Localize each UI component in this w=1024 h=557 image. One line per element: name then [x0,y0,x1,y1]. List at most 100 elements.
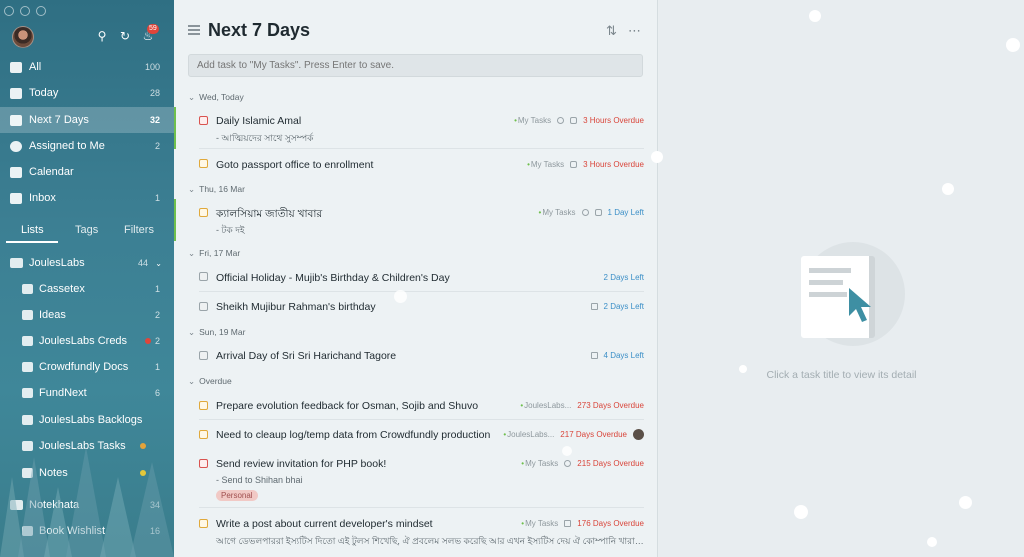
task-list-name: My Tasks [521,459,558,468]
list-label: JoulesLabs Creds [39,335,128,347]
sort-icon[interactable]: ⇅ [606,23,617,39]
tab-filters[interactable]: Filters [124,224,154,236]
list-count: 34 [149,500,160,510]
section-header[interactable]: ⌄ Fri, 17 Mar [188,248,240,259]
task-due: 2 Days Left [603,302,644,311]
window-controls [4,6,46,16]
task-title[interactable]: Arrival Day of Sri Sri Harichand Tagore [216,350,396,362]
sidebar-item-label: Calendar [29,166,74,178]
sidebar-item-all[interactable]: All 100 [0,54,174,80]
task-checkbox[interactable] [199,430,208,439]
repeat-icon [581,209,589,216]
task-checkbox[interactable] [199,519,208,528]
list-icon [22,526,33,536]
avatar[interactable] [12,26,34,48]
sidebar-item-inbox[interactable]: Inbox 1 [0,185,174,211]
color-dot [145,338,151,344]
task-checkbox[interactable] [199,116,208,125]
sidebar: ⚲ ↻ ♨ 59 All 100 Today 28 Next 7 Days 32… [0,0,174,557]
list-count: 44 [137,258,148,268]
list-item-ideas[interactable]: Ideas 2 [0,302,174,328]
close-window-button[interactable] [4,6,14,16]
add-task-input[interactable] [188,54,643,77]
list-folder-notekhata[interactable]: Notekhata 34 [0,492,174,518]
task-row[interactable]: Official Holiday - Mujib's Birthday & Ch… [174,263,657,292]
tag-badge[interactable]: Personal [216,490,258,501]
task-meta: My Tasks 176 Days Overdue [521,519,644,528]
alarm-icon [594,209,602,216]
list-item-jouleslabs-tasks[interactable]: JoulesLabs Tasks [0,433,174,459]
section-header[interactable]: ⌄ Wed, Today [188,92,244,103]
task-title[interactable]: Goto passport office to enrollment [216,159,373,171]
section-header[interactable]: ⌄ Thu, 16 Mar [188,184,245,195]
list-item-jouleslabs-backlogs[interactable]: JoulesLabs Backlogs [0,407,174,433]
task-due: 273 Days Overdue [577,401,644,410]
list-item-fundnext[interactable]: FundNext 6 [0,380,174,406]
list-folder-jouleslabs[interactable]: JoulesLabs 44 ⌄ [0,250,174,276]
sidebar-item-calendar[interactable]: Calendar [0,159,174,185]
list-item-cassetex[interactable]: Cassetex 1 [0,276,174,302]
list-label: JoulesLabs [29,257,85,269]
task-row[interactable]: Arrival Day of Sri Sri Harichand Tagore … [174,342,657,370]
task-title[interactable]: Send review invitation for PHP book! [216,458,386,470]
section-label: Overdue [199,376,232,386]
task-meta: JoulesLabs... 273 Days Overdue [520,401,644,410]
chevron-down-icon[interactable]: ⌄ [155,259,162,268]
task-subtitle: আগে ডেভলপাররা ইস্যটিস দিতো এই টুলস শিখেছ… [216,536,644,546]
task-title[interactable]: Official Holiday - Mujib's Birthday & Ch… [216,272,450,284]
more-options-icon[interactable]: ⋯ [628,23,642,39]
sync-icon[interactable]: ↻ [118,29,132,43]
menu-icon[interactable] [188,25,200,35]
list-item-notes[interactable]: Notes [0,460,174,486]
sidebar-item-assigned[interactable]: Assigned to Me 2 [0,133,174,159]
sidebar-item-today[interactable]: Today 28 [0,80,174,106]
task-meta: My Tasks 1 Day Left [539,208,644,217]
task-row[interactable]: ক্যালসিয়াম জাতীয় খাবার - টক দই My Task… [174,199,657,241]
section-header[interactable]: ⌄ Overdue [188,376,232,387]
task-row[interactable]: Write a post about current developer's m… [174,509,657,557]
task-row[interactable]: Goto passport office to enrollment My Ta… [174,150,657,178]
tab-lists[interactable]: Lists [21,224,44,236]
task-checkbox[interactable] [199,401,208,410]
task-title[interactable]: Need to cleaup log/temp data from Crowdf… [216,429,490,441]
task-due: 4 Days Left [603,351,644,360]
sidebar-item-next-7-days[interactable]: Next 7 Days 32 [0,107,174,133]
active-tab-indicator [6,241,58,243]
task-title[interactable]: Daily Islamic Amal [216,115,301,127]
list-label: JoulesLabs Backlogs [39,414,143,426]
sidebar-item-count: 28 [149,88,160,98]
task-checkbox[interactable] [199,208,208,217]
task-meta: 2 Days Left [590,302,644,311]
task-row[interactable]: Prepare evolution feedback for Osman, So… [174,391,657,420]
list-item-book-wishlist[interactable]: Book Wishlist 16 [0,518,174,544]
list-item-jouleslabs-creds[interactable]: JoulesLabs Creds 2 [0,328,174,354]
task-checkbox[interactable] [199,459,208,468]
task-row[interactable]: Send review invitation for PHP book! - S… [174,450,657,508]
section-label: Thu, 16 Mar [199,184,245,194]
empty-detail-illustration [801,242,905,346]
alarm-icon [570,161,578,168]
list-item-crowdfundly-docs[interactable]: Crowdfundly Docs 1 [0,354,174,380]
zoom-window-button[interactable] [36,6,46,16]
assignee-avatar[interactable] [633,429,644,440]
section-header[interactable]: ⌄ Sun, 19 Mar [188,327,245,338]
tab-tags[interactable]: Tags [75,224,98,236]
calendar-icon [590,303,598,310]
task-due: 3 Hours Overdue [583,160,644,169]
search-icon[interactable]: ⚲ [95,29,109,43]
task-row[interactable]: Need to cleaup log/temp data from Crowdf… [174,421,657,449]
sidebar-tabs: Lists Tags Filters [0,218,174,244]
task-row[interactable]: Daily Islamic Amal - আত্মিয়দের সাথে সুস… [174,107,657,149]
list-icon [22,441,33,451]
calendar-icon [10,166,22,178]
minimize-window-button[interactable] [20,6,30,16]
task-checkbox[interactable] [199,159,208,168]
task-meta: JoulesLabs... 217 Days Overdue [503,429,644,440]
task-subtitle: - Send to Shihan bhai [216,475,303,485]
task-row[interactable]: Sheikh Mujibur Rahman's birthday 2 Days … [174,293,657,321]
task-title[interactable]: ক্যালসিয়াম জাতীয় খাবার [216,207,322,224]
task-title[interactable]: Write a post about current developer's m… [216,518,433,530]
task-title[interactable]: Prepare evolution feedback for Osman, So… [216,400,478,412]
snowflake [394,290,407,303]
task-title[interactable]: Sheikh Mujibur Rahman's birthday [216,301,376,313]
